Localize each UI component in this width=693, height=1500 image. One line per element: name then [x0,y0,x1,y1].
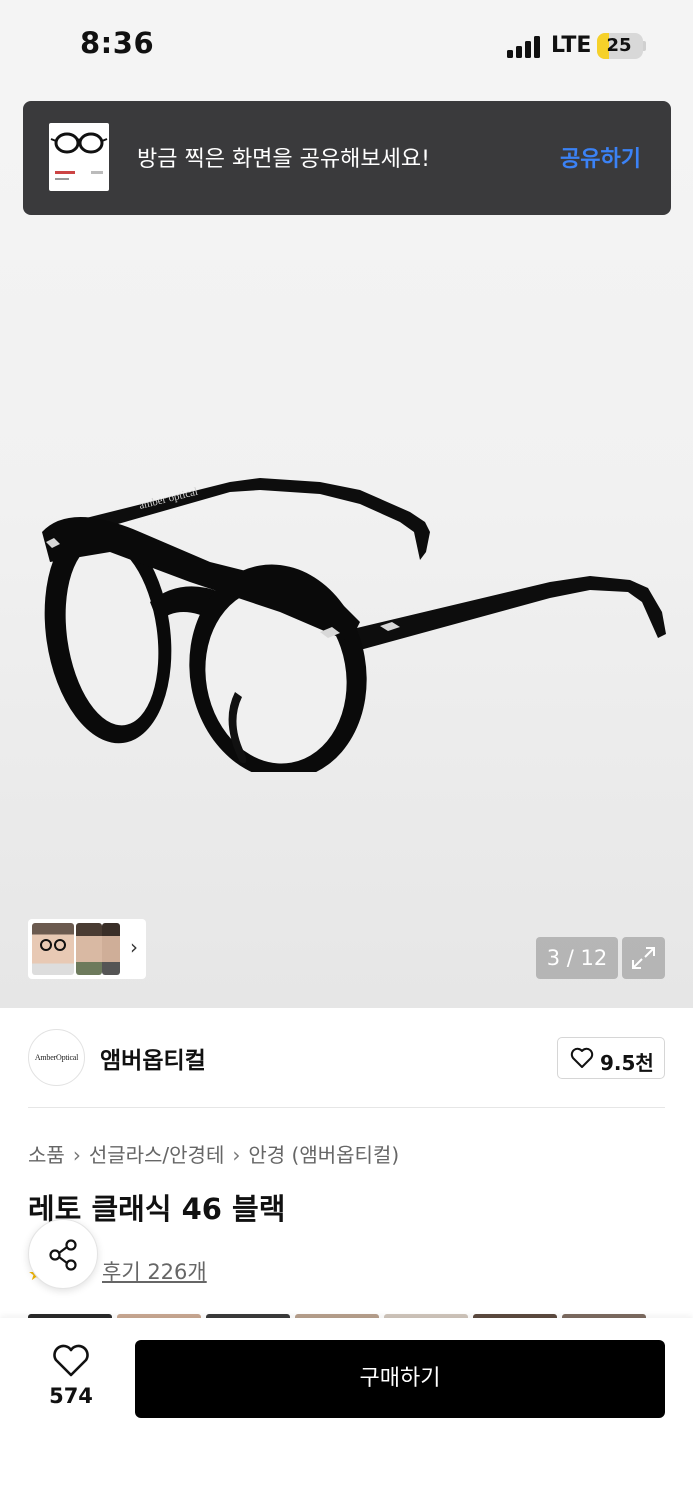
share-icon [49,1239,77,1271]
model-photo [76,923,102,975]
screenshot-thumbnail[interactable] [49,123,109,191]
brand-name[interactable]: 앰버옵티컬 [100,1041,206,1075]
breadcrumb-item[interactable]: 소품 [28,1143,65,1167]
network-label: LTE [551,33,592,58]
breadcrumb: 소품 › 선글라스/안경테 › 안경 (앰버옵티컬) [28,1139,399,1168]
chevron-right-icon: › [72,1143,81,1167]
model-photo [32,923,74,975]
brand-like-button[interactable]: 9.5천 [557,1037,665,1079]
signal-icon [507,36,543,58]
product-image[interactable]: amber optical [0,92,693,1008]
wishlist-button[interactable]: 574 [36,1344,106,1414]
glasses-image: amber optical [42,478,666,772]
chevron-right-icon: › [130,935,138,959]
brand-like-count: 9.5천 [600,1051,654,1075]
review-link[interactable]: 후기 226개 [102,1256,207,1286]
heart-icon [53,1344,89,1377]
expand-icon [632,947,655,969]
image-counter: 3 / 12 [536,937,618,979]
model-photo [102,923,120,975]
chevron-right-icon: › [232,1143,241,1167]
battery-nub [643,41,646,51]
divider [28,1107,665,1108]
expand-button[interactable] [622,937,665,979]
toast-message: 방금 찍은 화면을 공유해보세요! [137,147,430,172]
breadcrumb-item[interactable]: 안경 (앰버옵티컬) [248,1143,399,1167]
status-bar: 8:36 LTE 25 [0,0,693,92]
share-action-button[interactable]: 공유하기 [560,141,641,173]
model-photos-button[interactable]: › [28,919,146,979]
status-time: 8:36 [80,26,155,60]
battery-level: 25 [606,35,632,56]
breadcrumb-item[interactable]: 선글라스/안경테 [89,1143,225,1167]
brand-logo[interactable]: AmberOptical [28,1029,85,1086]
share-button[interactable] [28,1219,98,1289]
battery-icon: 25 [597,33,643,59]
buy-button[interactable]: 구매하기 [135,1340,665,1418]
heart-icon [570,1047,594,1068]
share-toast: 방금 찍은 화면을 공유해보세요! 공유하기 [23,101,671,215]
wishlist-count: 574 [49,1384,93,1408]
